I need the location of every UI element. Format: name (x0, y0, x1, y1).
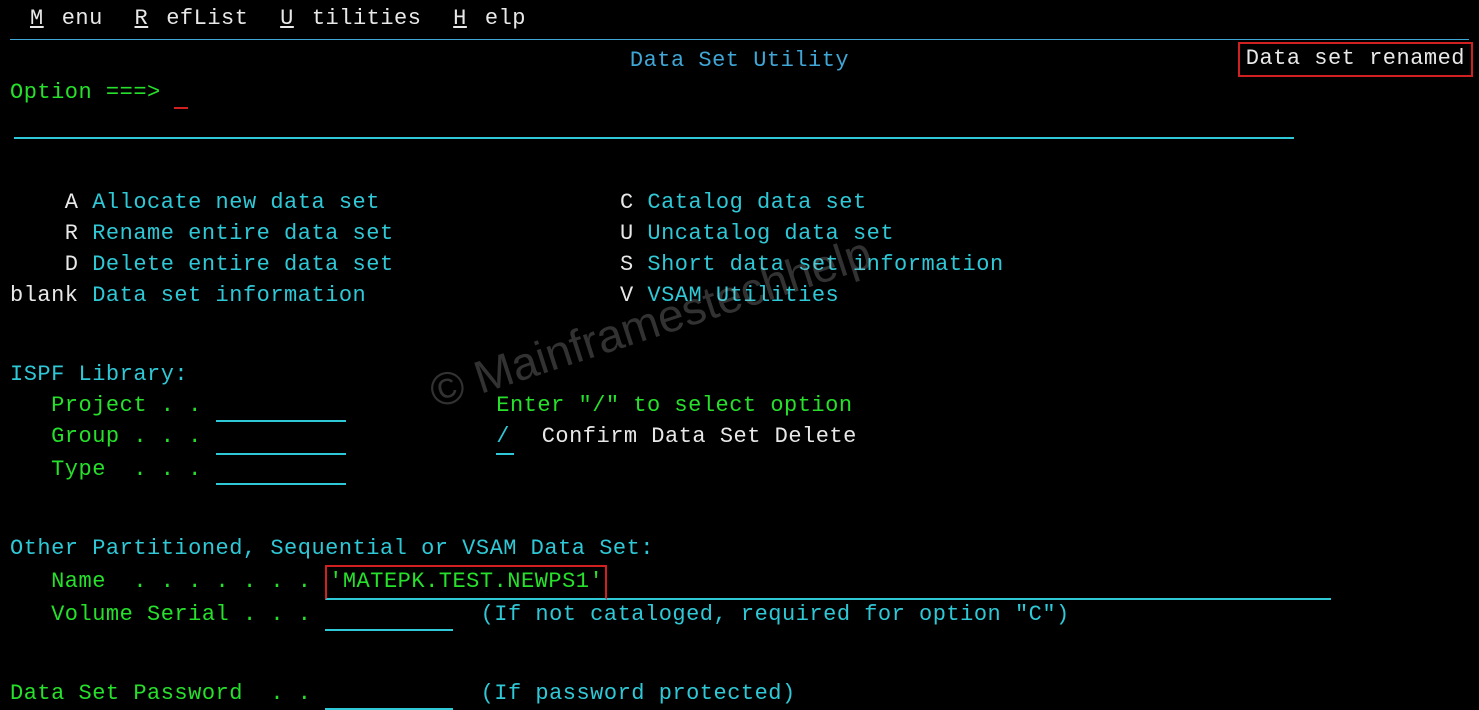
menu-item-reflist[interactable]: RefList (135, 6, 249, 31)
project-input[interactable] (216, 398, 346, 422)
password-section: Data Set Password . . (If password prote… (0, 649, 1479, 710)
other-section: Other Partitioned, Sequential or VSAM Da… (0, 503, 1479, 630)
other-heading: Other Partitioned, Sequential or VSAM Da… (10, 536, 654, 561)
select-hint: Enter "/" to select option (496, 393, 852, 418)
password-label: Data Set Password . . (10, 681, 311, 706)
option-columns: A Allocate new data set R Rename entire … (0, 157, 1479, 311)
password-hint: (If password protected) (481, 681, 796, 706)
volume-input[interactable] (325, 607, 453, 631)
options-right: C Catalog data set U Uncatalog data set … (620, 157, 1004, 311)
opt-a[interactable]: Allocate new data set (92, 190, 380, 215)
confirm-label: Confirm Data Set Delete (542, 424, 857, 449)
group-label: Group . . . (51, 424, 202, 449)
password-input[interactable] (325, 686, 453, 710)
confirm-checkbox[interactable]: / (496, 422, 514, 455)
option-prompt: Option ===> (10, 80, 161, 105)
opt-u[interactable]: Uncatalog data set (647, 221, 894, 246)
opt-s[interactable]: Short data set information (647, 252, 1003, 277)
menu-bar: Menu RefList Utilities Help (0, 0, 1479, 35)
divider (10, 39, 1469, 40)
opt-c[interactable]: Catalog data set (647, 190, 866, 215)
ispf-heading: ISPF Library: (10, 362, 188, 387)
menu-item-menu[interactable]: Menu (30, 6, 103, 31)
name-label: Name . . . . . . . (51, 569, 311, 594)
title-bar: Data Set Utility Data set renamed (0, 46, 1479, 80)
ispf-section: ISPF Library: Project . . Enter "/" to s… (0, 329, 1479, 485)
opt-d[interactable]: Delete entire data set (92, 252, 393, 277)
vol-hint: (If not cataloged, required for option "… (481, 602, 1070, 627)
type-label: Type . . . (51, 457, 202, 482)
menu-item-help[interactable]: Help (453, 6, 526, 31)
opt-blank[interactable]: Data set information (92, 283, 366, 308)
option-input[interactable] (10, 80, 1294, 136)
option-line: Option ===> (0, 78, 1479, 140)
status-message: Data set renamed (1238, 42, 1473, 77)
type-input[interactable] (216, 461, 346, 485)
name-input[interactable]: 'MATEPK.TEST.NEWPS1' (325, 565, 607, 600)
group-input[interactable] (216, 431, 346, 455)
opt-r[interactable]: Rename entire data set (92, 221, 393, 246)
opt-v[interactable]: VSAM Utilities (647, 283, 839, 308)
vol-label: Volume Serial . . . (51, 602, 311, 627)
project-label: Project . . (51, 393, 202, 418)
name-input-rest[interactable] (607, 576, 1331, 600)
menu-item-utilities[interactable]: Utilities (280, 6, 421, 31)
options-left: A Allocate new data set R Rename entire … (10, 157, 620, 311)
panel-title: Data Set Utility (630, 46, 849, 77)
